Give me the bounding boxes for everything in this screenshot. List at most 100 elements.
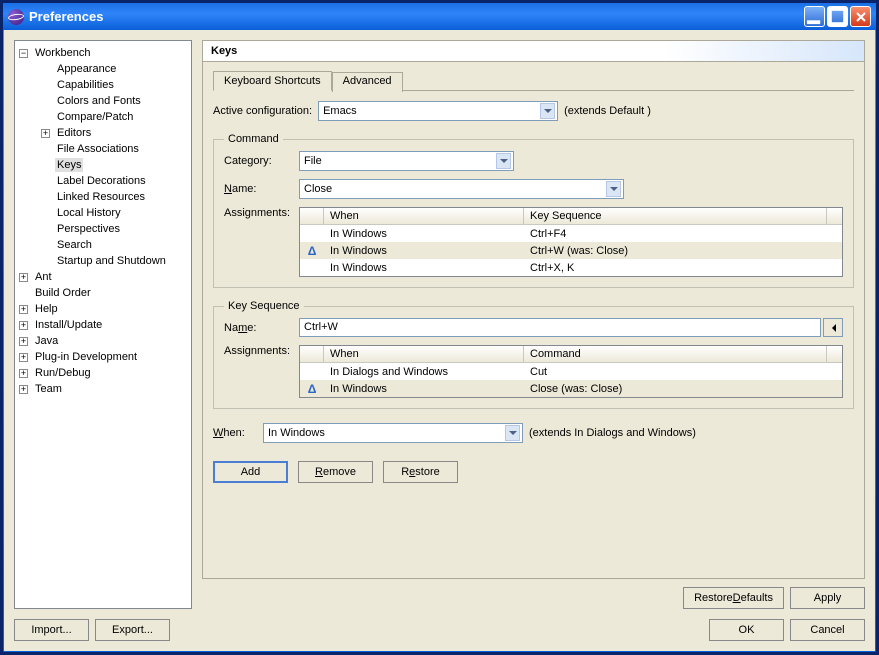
keyseq-back-button[interactable] <box>823 318 843 337</box>
expand-icon[interactable]: + <box>19 321 28 330</box>
table-row[interactable]: In Dialogs and WindowsCut <box>300 363 842 380</box>
expand-icon[interactable]: + <box>19 369 28 378</box>
chevron-down-icon <box>505 425 520 441</box>
tree-item[interactable]: Build Order <box>15 285 191 301</box>
tree-item-label: Editors <box>55 126 93 140</box>
expand-icon[interactable]: + <box>19 337 28 346</box>
remove-button[interactable]: Remove <box>298 461 373 483</box>
add-button[interactable]: Add <box>213 461 288 483</box>
expand-icon[interactable]: + <box>19 305 28 314</box>
app-icon <box>8 9 24 25</box>
titlebar[interactable]: Preferences <box>3 3 876 30</box>
content-panel: Keys Keyboard Shortcuts Advanced Active … <box>202 40 865 609</box>
category-tree[interactable]: −WorkbenchAppearanceCapabilitiesColors a… <box>14 40 192 609</box>
minimize-button[interactable] <box>804 6 825 27</box>
tab-bar: Keyboard Shortcuts Advanced <box>213 70 854 91</box>
ok-button[interactable]: OK <box>709 619 784 641</box>
tree-item[interactable]: Local History <box>15 205 191 221</box>
tree-item-label: File Associations <box>55 142 141 156</box>
tree-item[interactable]: Colors and Fonts <box>15 93 191 109</box>
tree-item[interactable]: + Editors <box>15 125 191 141</box>
tree-item-label: Plug-in Development <box>33 350 139 364</box>
footer: Import... Export... OK Cancel <box>14 619 865 641</box>
tree-item[interactable]: Label Decorations <box>15 173 191 189</box>
tree-item[interactable]: Perspectives <box>15 221 191 237</box>
when-select[interactable]: In Windows <box>263 423 523 443</box>
tree-item-label: Java <box>33 334 60 348</box>
chevron-down-icon <box>496 153 511 169</box>
table-row[interactable]: ΔIn WindowsClose (was: Close) <box>300 380 842 397</box>
command-name-label: Name: <box>224 183 299 195</box>
restore-button[interactable]: Restore <box>383 461 458 483</box>
tree-item-label: Appearance <box>55 62 118 76</box>
window-title: Preferences <box>29 9 804 24</box>
cancel-button[interactable]: Cancel <box>790 619 865 641</box>
expand-icon[interactable]: + <box>19 353 28 362</box>
delta-icon: Δ <box>308 244 317 258</box>
active-config-label: Active configuration: <box>213 105 312 117</box>
import-button[interactable]: Import... <box>14 619 89 641</box>
export-button[interactable]: Export... <box>95 619 170 641</box>
maximize-button[interactable] <box>827 6 848 27</box>
tree-item[interactable]: + Help <box>15 301 191 317</box>
tree-item-label: Capabilities <box>55 78 116 92</box>
tree-item[interactable]: Compare/Patch <box>15 109 191 125</box>
when-hint: (extends In Dialogs and Windows) <box>529 427 696 439</box>
tree-item[interactable]: −Workbench <box>15 45 191 61</box>
chevron-down-icon <box>606 181 621 197</box>
expand-icon[interactable]: + <box>19 273 28 282</box>
tree-item[interactable]: + Run/Debug <box>15 365 191 381</box>
tree-item-label: Run/Debug <box>33 366 93 380</box>
expand-icon[interactable]: + <box>19 385 28 394</box>
tree-item-label: Team <box>33 382 64 396</box>
tree-item[interactable]: Startup and Shutdown <box>15 253 191 269</box>
preferences-window: Preferences −WorkbenchAppearanceCapabili… <box>0 0 879 655</box>
tree-item[interactable]: Linked Resources <box>15 189 191 205</box>
tree-item-label: Keys <box>55 158 83 172</box>
tree-item[interactable]: Appearance <box>15 61 191 77</box>
tree-item[interactable]: Keys <box>15 157 191 173</box>
tree-item-label: Colors and Fonts <box>55 94 143 108</box>
table-row[interactable]: In WindowsCtrl+X, K <box>300 259 842 276</box>
tree-item-label: Search <box>55 238 94 252</box>
restore-defaults-button[interactable]: Restore Defaults <box>683 587 784 609</box>
tree-item[interactable]: Capabilities <box>15 77 191 93</box>
tree-item[interactable]: File Associations <box>15 141 191 157</box>
table-row[interactable]: ΔIn WindowsCtrl+W (was: Close) <box>300 242 842 259</box>
keyseq-name-label: Name: <box>224 322 299 334</box>
category-select[interactable]: File <box>299 151 514 171</box>
tree-item-label: Ant <box>33 270 54 284</box>
tree-item[interactable]: + Install/Update <box>15 317 191 333</box>
tab-keyboard-shortcuts[interactable]: Keyboard Shortcuts <box>213 71 332 91</box>
tree-item[interactable]: + Team <box>15 381 191 397</box>
keyseq-assignments-table[interactable]: When Command In Dialogs and WindowsCutΔI… <box>299 345 843 398</box>
when-label: When: <box>213 427 257 439</box>
command-assignments-table[interactable]: When Key Sequence In WindowsCtrl+F4ΔIn W… <box>299 207 843 277</box>
tree-item-label: Startup and Shutdown <box>55 254 168 268</box>
tree-item[interactable]: + Ant <box>15 269 191 285</box>
tree-item-label: Help <box>33 302 60 316</box>
tree-item-label: Compare/Patch <box>55 110 135 124</box>
tree-item-label: Workbench <box>33 46 92 60</box>
page-title: Keys <box>202 40 865 62</box>
tree-item-label: Perspectives <box>55 222 122 236</box>
collapse-icon[interactable]: − <box>19 49 28 58</box>
tree-item[interactable]: Search <box>15 237 191 253</box>
tree-item-label: Local History <box>55 206 123 220</box>
tree-item[interactable]: + Plug-in Development <box>15 349 191 365</box>
category-label: Category: <box>224 155 299 167</box>
tab-advanced[interactable]: Advanced <box>332 72 403 92</box>
expand-icon[interactable]: + <box>41 129 50 138</box>
close-button[interactable] <box>850 6 871 27</box>
tree-item-label: Install/Update <box>33 318 104 332</box>
delta-icon: Δ <box>308 382 317 396</box>
client-area: −WorkbenchAppearanceCapabilitiesColors a… <box>4 30 875 651</box>
table-row[interactable]: In WindowsCtrl+F4 <box>300 225 842 242</box>
tree-item-label: Label Decorations <box>55 174 148 188</box>
apply-button[interactable]: Apply <box>790 587 865 609</box>
keyseq-name-input[interactable]: Ctrl+W <box>299 318 821 337</box>
tree-item[interactable]: + Java <box>15 333 191 349</box>
active-config-select[interactable]: Emacs <box>318 101 558 121</box>
chevron-down-icon <box>540 103 555 119</box>
command-name-select[interactable]: Close <box>299 179 624 199</box>
